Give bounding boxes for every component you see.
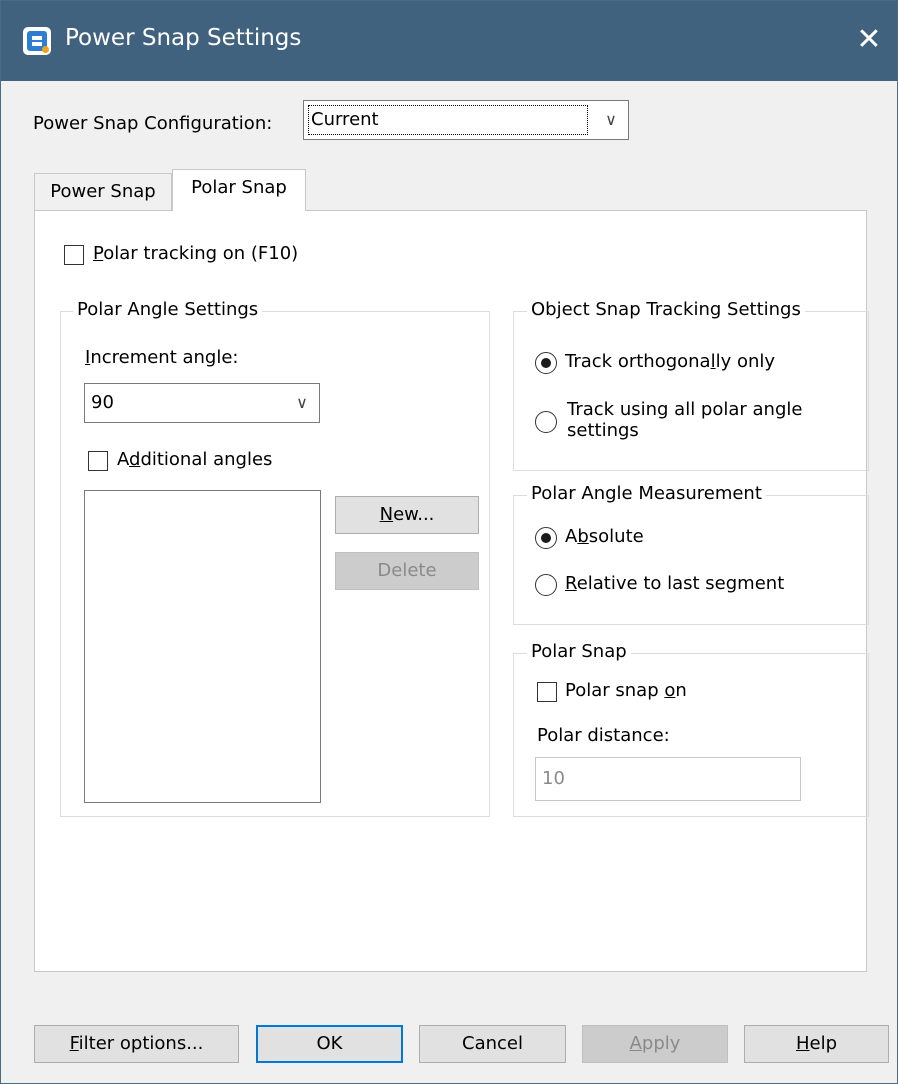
configuration-selected-value: Current — [308, 105, 588, 135]
apply-button[interactable]: Apply — [582, 1025, 728, 1063]
track-orthogonally-radio[interactable] — [535, 352, 557, 374]
additional-angles-label[interactable]: Additional angles — [117, 449, 272, 470]
polar-snap-legend: Polar Snap — [527, 641, 631, 662]
polar-angle-measurement-group — [513, 495, 869, 625]
ok-button[interactable]: OK — [256, 1025, 403, 1063]
polar-tracking-label[interactable]: Polar tracking on (F10) — [93, 243, 298, 264]
increment-angle-label: Increment angle: — [85, 347, 239, 368]
close-button[interactable]: ✕ — [841, 1, 897, 81]
filter-options-button[interactable]: Filter options... — [34, 1025, 239, 1063]
track-all-polar-radio[interactable] — [535, 411, 557, 433]
polar-angle-settings-legend: Polar Angle Settings — [73, 299, 263, 320]
configuration-label: Power Snap Configuration: — [33, 113, 273, 134]
tab-power-snap[interactable]: Power Snap — [34, 173, 172, 211]
track-orthogonally-label[interactable]: Track orthogonally only — [565, 351, 775, 372]
polar-snap-on-checkbox[interactable] — [537, 682, 557, 702]
polar-tracking-checkbox[interactable] — [64, 245, 84, 265]
absolute-label[interactable]: Absolute — [565, 526, 644, 547]
cancel-button[interactable]: Cancel — [419, 1025, 566, 1063]
polar-distance-input[interactable]: 10 — [535, 757, 801, 801]
additional-angles-list[interactable] — [84, 490, 321, 803]
object-snap-tracking-group — [513, 311, 869, 471]
tab-polar-snap[interactable]: Polar Snap — [172, 169, 306, 211]
title-bar[interactable]: Power Snap Settings ✕ — [1, 1, 897, 81]
chevron-down-icon[interactable]: ∨ — [594, 101, 628, 139]
polar-angle-measurement-legend: Polar Angle Measurement — [527, 483, 766, 504]
absolute-radio[interactable] — [535, 527, 557, 549]
increment-angle-dropdown[interactable]: 90 ∨ — [84, 383, 320, 423]
relative-radio[interactable] — [535, 574, 557, 596]
object-snap-tracking-legend: Object Snap Tracking Settings — [527, 299, 805, 320]
window-title: Power Snap Settings — [65, 25, 302, 51]
configuration-dropdown[interactable]: Current ∨ — [303, 100, 629, 140]
polar-snap-on-label[interactable]: Polar snap on — [565, 680, 687, 701]
help-button[interactable]: Help — [744, 1025, 889, 1063]
delete-angle-button[interactable]: Delete — [335, 552, 479, 590]
polar-distance-label: Polar distance: — [537, 725, 670, 746]
power-snap-settings-dialog: Power Snap Settings ✕ Power Snap Configu… — [0, 0, 898, 1084]
app-logo-icon — [23, 27, 51, 55]
new-angle-button[interactable]: New... — [335, 496, 479, 534]
additional-angles-checkbox[interactable] — [88, 451, 108, 471]
track-all-polar-label[interactable]: Track using all polar angle settings — [567, 399, 802, 441]
chevron-down-icon[interactable]: ∨ — [285, 384, 319, 422]
relative-label[interactable]: Relative to last segment — [565, 573, 784, 594]
